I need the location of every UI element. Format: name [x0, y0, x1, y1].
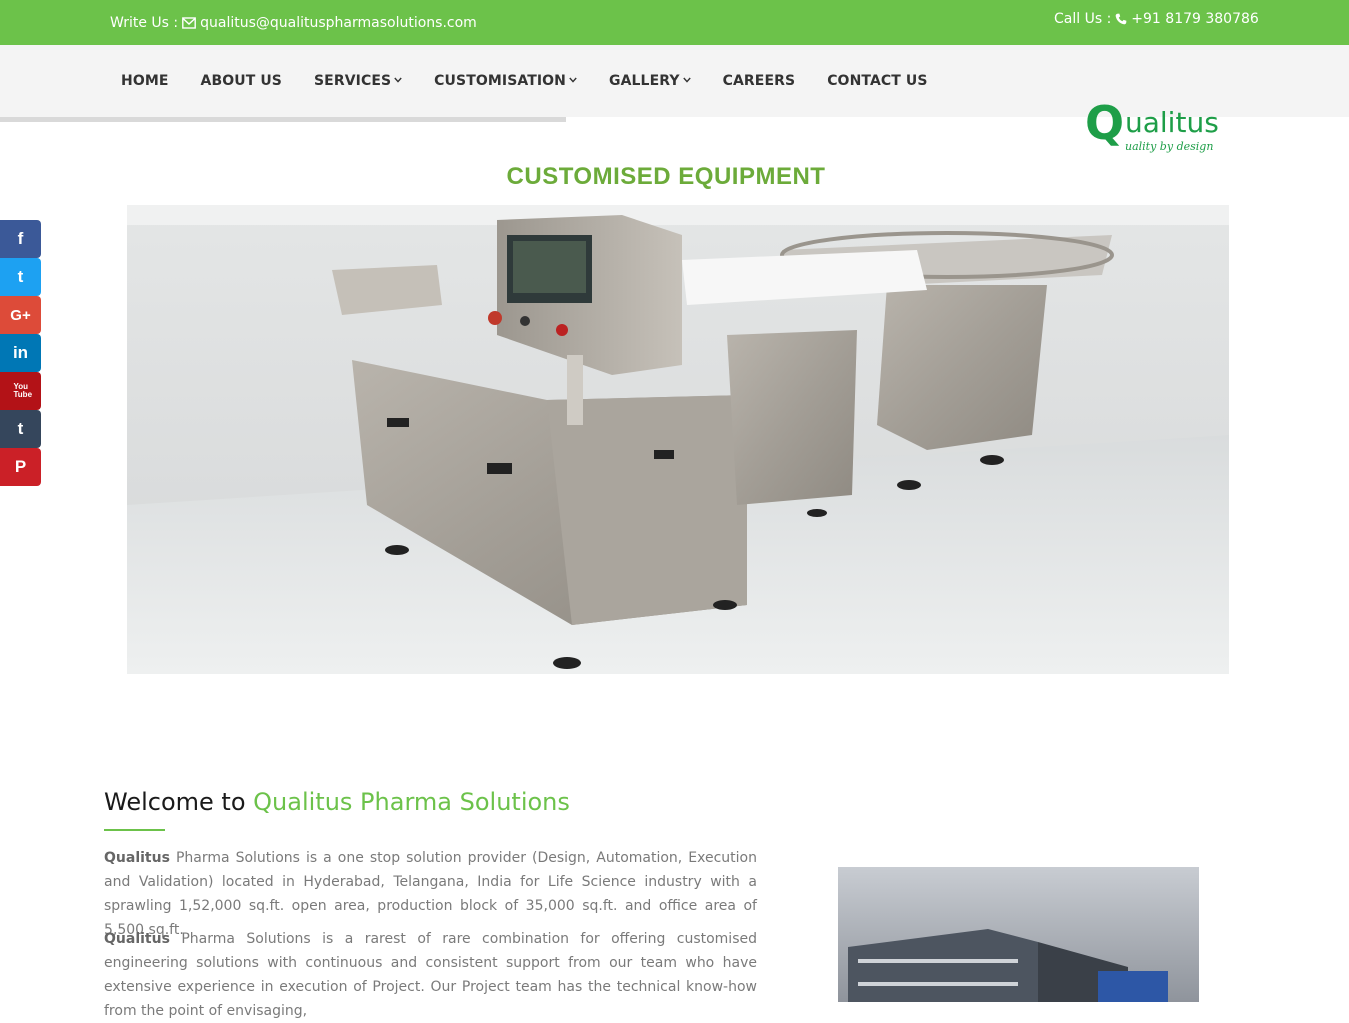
tumblr-glyph: t — [17, 419, 24, 438]
nav-item-careers[interactable]: CAREERS — [707, 45, 812, 117]
nav-item-label: CONTACT US — [827, 73, 928, 89]
nav-item-services[interactable]: SERVICES — [298, 45, 418, 117]
main-nav: HOME ABOUT US SERVICES CUSTOMISATION GALLERY… — [0, 45, 1349, 153]
tumblr-icon[interactable]: t — [0, 410, 41, 448]
hero-equipment-image — [127, 205, 1229, 674]
chevron-down-icon — [682, 76, 691, 86]
nav-item-label: CAREERS — [722, 73, 796, 89]
section-title-text: CUSTOMISED EQUIPMENT — [506, 163, 826, 190]
linkedin-glyph: in — [12, 343, 29, 362]
nav-item-label: CUSTOMISATION — [434, 73, 566, 89]
phone-number[interactable]: +91 8179 380786 — [1131, 11, 1259, 27]
twitter-glyph: t — [17, 267, 24, 286]
youtube-glyph: You Tube — [13, 382, 33, 399]
nav-item-contact-us[interactable]: CONTACT US — [811, 45, 943, 117]
linkedin-icon[interactable]: in — [0, 334, 41, 372]
p2-text: Pharma Solutions is a rarest of rare com… — [104, 931, 757, 1019]
facebook-icon[interactable]: f — [0, 220, 41, 258]
pinterest-icon[interactable]: P — [0, 448, 41, 486]
p1-text: Pharma Solutions is a one stop solution … — [104, 850, 757, 938]
call-us-label: Call Us : — [1054, 11, 1112, 27]
p2-bold: Qualitus — [104, 931, 170, 947]
welcome-prefix: Welcome to — [104, 788, 246, 816]
nav-menu: HOME ABOUT US SERVICES CUSTOMISATION GALLERY… — [105, 45, 944, 117]
nav-item-gallery[interactable]: GALLERY — [593, 45, 707, 117]
nav-item-home[interactable]: HOME — [105, 45, 185, 117]
call-us[interactable]: Call Us : +91 8179 380786 — [1054, 11, 1259, 27]
nav-item-customisation[interactable]: CUSTOMISATION — [418, 45, 593, 117]
phone-icon — [1115, 13, 1127, 25]
google-plus-glyph: G+ — [10, 306, 31, 324]
p1-bold: Qualitus — [104, 850, 170, 866]
facebook-glyph: f — [17, 229, 24, 248]
chevron-down-icon — [394, 76, 402, 86]
qualitus-logo[interactable]: Q ualitus uality by design — [1085, 95, 1225, 157]
write-us-label: Write Us : — [110, 15, 179, 31]
twitter-icon[interactable]: t — [0, 258, 41, 296]
logo-q: Q — [1085, 96, 1125, 150]
logo-text: ualitus — [1125, 106, 1219, 139]
welcome-heading: Welcome to Qualitus Pharma Solutions — [104, 788, 570, 816]
welcome-brand: Qualitus Pharma Solutions — [253, 788, 570, 816]
nav-item-label: SERVICES — [313, 73, 392, 89]
section-title: CUSTOMISED EQUIPMENT — [0, 163, 1349, 191]
envelope-icon — [182, 17, 197, 29]
pinterest-glyph: P — [14, 457, 27, 476]
scroll-progress-line — [0, 117, 566, 122]
building-photo — [838, 867, 1199, 1002]
write-us[interactable]: Write Us : qualitus@qualituspharmasoluti… — [110, 15, 477, 31]
chevron-down-icon — [569, 76, 577, 86]
intro-paragraph-2: Qualitus Pharma Solutions is a rarest of… — [104, 927, 757, 1023]
nav-item-label: GALLERY — [609, 73, 680, 89]
top-contact-bar: Write Us : qualitus@qualituspharmasoluti… — [0, 0, 1349, 45]
nav-item-label: ABOUT US — [200, 73, 282, 89]
logo-tagline: uality by design — [1125, 140, 1214, 153]
google-plus-icon[interactable]: G+ — [0, 296, 41, 334]
email-link[interactable]: qualitus@qualituspharmasolutions.com — [200, 15, 477, 31]
social-share-bar: f t G+ in You Tube t P — [0, 220, 41, 486]
youtube-icon[interactable]: You Tube — [0, 372, 41, 410]
nav-item-label: HOME — [121, 73, 169, 89]
welcome-underline — [104, 829, 165, 831]
nav-item-about-us[interactable]: ABOUT US — [185, 45, 298, 117]
